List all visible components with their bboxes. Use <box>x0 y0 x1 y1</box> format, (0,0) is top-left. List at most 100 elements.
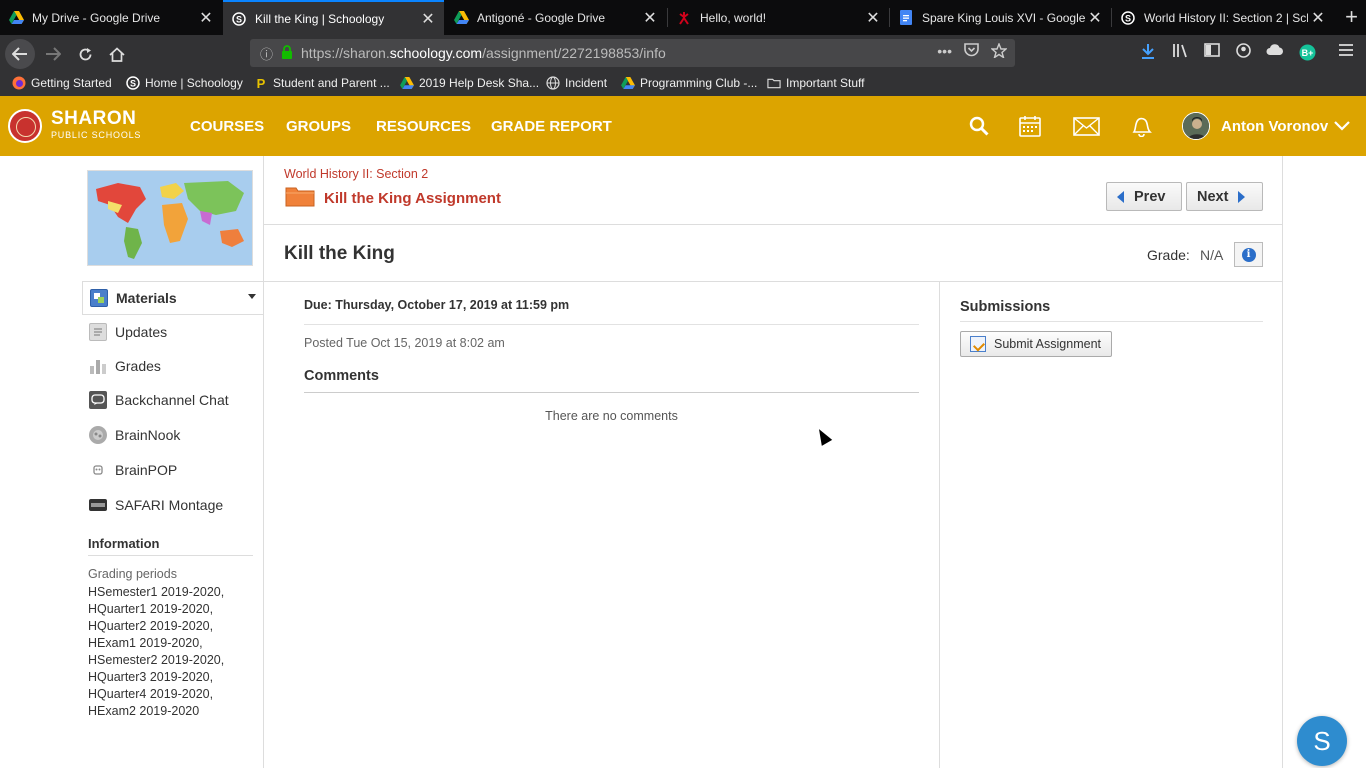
grading-period: HQuarter3 2019-2020, <box>88 670 214 684</box>
close-tab-icon[interactable]: ✕ <box>863 8 883 28</box>
extension-cloud-icon[interactable] <box>1266 43 1284 61</box>
nav-resources[interactable]: RESOURCES <box>376 118 471 135</box>
grading-period: HQuarter2 2019-2020, <box>88 619 214 633</box>
materials-icon <box>90 289 108 307</box>
extension-grammarly-icon[interactable]: B+ <box>1299 44 1316 65</box>
folder-icon <box>767 76 781 90</box>
home-button[interactable] <box>102 39 132 69</box>
back-arrow-icon <box>12 47 27 61</box>
chevron-down-icon[interactable] <box>1334 114 1350 137</box>
posted-date: Posted Tue Oct 15, 2019 at 8:02 am <box>304 336 505 350</box>
sidebar-item-grades[interactable]: Grades <box>82 349 264 383</box>
bookmark-home-schoology[interactable]: S Home | Schoology <box>126 76 243 90</box>
grades-icon <box>89 357 107 375</box>
google-drive-icon <box>400 76 414 90</box>
tab-hello-world[interactable]: Hello, world! ✕ <box>668 0 889 35</box>
url-bar[interactable]: ⓘ https://sharon. schoology.com/assignmen… <box>250 39 1015 67</box>
grading-period: HQuarter1 2019-2020, <box>88 602 214 616</box>
schoology-icon: S <box>231 11 247 27</box>
submit-assignment-button[interactable]: Submit Assignment <box>960 331 1112 357</box>
hamburger-menu-icon[interactable] <box>1339 43 1353 60</box>
svg-text:B+: B+ <box>1302 48 1314 58</box>
tab-my-drive[interactable]: My Drive - Google Drive ✕ <box>0 0 222 35</box>
brainnook-icon <box>89 426 107 444</box>
sidebar-item-updates[interactable]: Updates <box>82 315 264 349</box>
forward-button[interactable] <box>38 39 68 69</box>
notifications-bell-icon[interactable] <box>1128 113 1154 139</box>
url-scheme: https://sharon. <box>301 45 390 61</box>
sidebar-item-safari-montage[interactable]: SAFARI Montage <box>82 488 264 522</box>
close-tab-icon[interactable]: ✕ <box>1085 8 1105 28</box>
svg-text:S: S <box>130 79 136 89</box>
caret-down-icon[interactable] <box>248 294 256 299</box>
page-actions-icon[interactable]: ••• <box>937 43 952 61</box>
submissions-heading: Submissions <box>960 299 1263 322</box>
google-docs-icon <box>898 10 914 26</box>
bookmark-getting-started[interactable]: Getting Started <box>12 76 112 90</box>
account-icon[interactable] <box>1236 43 1251 62</box>
folder-link[interactable]: Kill the King Assignment <box>324 190 501 207</box>
bookmark-help-desk[interactable]: 2019 Help Desk Sha... <box>400 76 539 90</box>
grade-info-button[interactable]: i <box>1234 242 1263 267</box>
close-tab-icon[interactable]: ✕ <box>418 9 438 29</box>
school-name[interactable]: SHARON <box>51 109 136 128</box>
messages-icon[interactable] <box>1072 113 1100 139</box>
tab-world-history[interactable]: S World History II: Section 2 | Sch ✕ <box>1112 0 1334 35</box>
close-tab-icon[interactable]: ✕ <box>640 8 660 28</box>
p-icon: P <box>256 75 266 91</box>
bookmark-student-parent[interactable]: P Student and Parent ... <box>254 75 390 91</box>
prev-button[interactable]: Prev <box>1106 182 1182 211</box>
bookmark-important-stuff[interactable]: Important Stuff <box>767 76 865 90</box>
brainpop-icon <box>89 461 107 479</box>
lock-icon <box>281 44 293 62</box>
support-chat-button[interactable]: S <box>1297 716 1347 766</box>
grading-periods-label: Grading periods <box>88 567 177 581</box>
search-icon[interactable] <box>966 113 992 139</box>
red-figure-icon <box>676 10 692 26</box>
url-host: schoology.com <box>389 45 483 61</box>
breadcrumb[interactable]: World History II: Section 2 <box>284 167 428 181</box>
close-tab-icon[interactable]: ✕ <box>196 8 216 28</box>
reload-button[interactable] <box>70 39 100 69</box>
globe-icon <box>546 76 560 90</box>
sidebar-item-backchannel-chat[interactable]: Backchannel Chat <box>82 383 264 417</box>
updates-icon <box>89 323 107 341</box>
bookmark-incident[interactable]: Incident <box>546 76 607 90</box>
user-name[interactable]: Anton Voronov <box>1221 118 1328 135</box>
calendar-icon[interactable] <box>1017 113 1043 139</box>
next-button[interactable]: Next <box>1186 182 1263 211</box>
course-sidebar: Materials Updates Grades Backchannel Cha… <box>82 156 264 768</box>
url-actions: ••• <box>937 42 1008 61</box>
home-icon <box>109 46 125 62</box>
divider <box>304 324 919 325</box>
submit-icon <box>970 336 986 352</box>
avatar[interactable] <box>1182 112 1210 140</box>
site-header: SHARON PUBLIC SCHOOLS COURSES GROUPS RES… <box>0 96 1366 156</box>
reload-icon <box>79 47 91 60</box>
google-drive-icon <box>621 76 635 90</box>
chevron-left-icon <box>1117 190 1124 203</box>
tab-antigone[interactable]: Antigoné - Google Drive ✕ <box>445 0 666 35</box>
download-icon[interactable] <box>1141 43 1155 63</box>
tab-kill-the-king[interactable]: S Kill the King | Schoology ✕ <box>223 0 444 35</box>
info-icon: i <box>1241 247 1256 262</box>
nav-courses[interactable]: COURSES <box>190 118 264 135</box>
library-icon[interactable] <box>1172 43 1189 62</box>
sidebar-icon[interactable] <box>1204 43 1220 61</box>
bookmark-star-icon[interactable] <box>990 42 1008 61</box>
school-seal-logo[interactable] <box>8 109 42 143</box>
tab-spare-king-louis[interactable]: Spare King Louis XVI - Google ✕ <box>890 0 1111 35</box>
bookmark-programming-club[interactable]: Programming Club -... <box>621 76 757 90</box>
close-tab-icon[interactable]: ✕ <box>1308 8 1328 28</box>
nav-grade-report[interactable]: GRADE REPORT <box>491 118 612 135</box>
sidebar-item-materials[interactable]: Materials <box>82 281 264 315</box>
pocket-icon[interactable] <box>964 43 979 61</box>
sidebar-item-brainnook[interactable]: BrainNook <box>82 418 264 452</box>
back-button[interactable] <box>5 39 35 69</box>
new-tab-button[interactable]: + <box>1345 4 1358 30</box>
schoology-icon: S <box>1120 10 1136 26</box>
browser-toolbar: ⓘ https://sharon. schoology.com/assignmen… <box>0 35 1366 72</box>
sidebar-item-brainpop[interactable]: BrainPOP <box>82 453 264 487</box>
nav-groups[interactable]: GROUPS <box>286 118 351 135</box>
site-info-icon[interactable]: ⓘ <box>260 44 273 63</box>
